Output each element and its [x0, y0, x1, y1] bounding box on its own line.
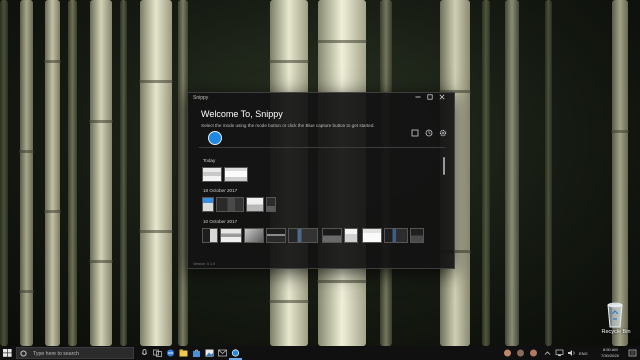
- store-icon[interactable]: [192, 349, 201, 357]
- taskbar-search[interactable]: Type here to search: [16, 347, 134, 359]
- cortana-circle-icon: [20, 350, 27, 357]
- minimize-icon: [415, 96, 421, 98]
- task-view-icon[interactable]: [153, 349, 162, 357]
- taskbar: Type here to search ENG 8:50 AM 7/30/202…: [0, 346, 640, 360]
- bamboo-stalk: [505, 0, 519, 346]
- recycle-bin-icon: [607, 302, 623, 328]
- people-avatar-icon[interactable]: [516, 349, 525, 357]
- recycle-bin-label: Recycle Bin: [601, 329, 631, 335]
- search-placeholder: Type here to search: [33, 351, 79, 357]
- edge-browser-icon[interactable]: [166, 349, 175, 357]
- bamboo-stalk: [482, 0, 490, 346]
- snippy-window: Snippy Welcome To, Snippy Select the mod…: [187, 92, 455, 269]
- settings-gear-icon[interactable]: [439, 129, 447, 137]
- bamboo-stalk: [0, 0, 8, 346]
- snippy-taskbar-icon[interactable]: [231, 349, 240, 357]
- snip-thumbnail[interactable]: [244, 228, 264, 243]
- microphone-icon[interactable]: [140, 349, 149, 357]
- bamboo-stalk: [545, 0, 552, 346]
- bamboo-stalk: [19, 0, 34, 346]
- bamboo-stalk: [44, 0, 61, 346]
- welcome-subtitle: Select the mode using the mode button or…: [201, 123, 375, 128]
- language-indicator[interactable]: ENG: [579, 351, 588, 356]
- maximize-button[interactable]: [424, 94, 436, 103]
- minimize-button[interactable]: [412, 94, 424, 103]
- snip-thumbnail[interactable]: [288, 228, 318, 243]
- clock-date[interactable]: 7/30/2025: [601, 353, 619, 358]
- volume-icon[interactable]: [567, 349, 576, 357]
- snip-thumbnail[interactable]: [202, 167, 222, 182]
- clock-time[interactable]: 8:50 AM: [603, 347, 618, 352]
- version-label: Version: 0.1.0: [193, 262, 215, 266]
- history-clock-icon[interactable]: [425, 129, 433, 137]
- mail-icon[interactable]: [218, 349, 227, 357]
- bamboo-stalk: [139, 0, 173, 346]
- close-icon: [439, 94, 445, 100]
- file-explorer-icon[interactable]: [179, 349, 188, 357]
- bamboo-stalk: [68, 0, 77, 346]
- people-avatar-icon[interactable]: [503, 349, 512, 357]
- bamboo-stalk: [89, 0, 113, 346]
- history-group-label: Today: [203, 158, 216, 163]
- history-group-label: 10 October 2017: [203, 219, 238, 224]
- maximize-icon: [427, 94, 433, 100]
- photos-icon[interactable]: [205, 349, 214, 357]
- snip-thumbnail[interactable]: [266, 197, 276, 212]
- history-scrollbar[interactable]: [443, 157, 445, 175]
- snip-thumbnail[interactable]: [384, 228, 408, 243]
- show-hidden-icons-icon[interactable]: [543, 349, 552, 357]
- windows-start-icon[interactable]: [2, 348, 13, 358]
- snip-thumbnail[interactable]: [266, 228, 286, 243]
- snip-thumbnail[interactable]: [216, 197, 244, 212]
- snip-thumbnail[interactable]: [410, 228, 424, 243]
- snip-thumbnail[interactable]: [344, 228, 358, 243]
- people-avatar-icon[interactable]: [529, 349, 538, 357]
- app-title: Snippy: [193, 95, 209, 101]
- history-group-label: 18 October 2017: [203, 188, 238, 193]
- snip-thumbnail[interactable]: [202, 197, 214, 212]
- welcome-heading: Welcome To, Snippy: [201, 109, 283, 119]
- bamboo-stalk: [120, 0, 127, 346]
- title-bar[interactable]: Snippy: [188, 93, 454, 104]
- snip-thumbnail[interactable]: [322, 228, 342, 243]
- notifications-icon[interactable]: [628, 349, 637, 357]
- snip-thumbnail[interactable]: [220, 228, 242, 243]
- bamboo-stalk: [611, 0, 629, 346]
- snip-thumbnail[interactable]: [202, 228, 218, 243]
- network-icon[interactable]: [555, 349, 564, 357]
- mode-rectangle-icon[interactable]: [411, 129, 419, 137]
- header-divider: [199, 147, 445, 148]
- snip-thumbnail[interactable]: [224, 167, 248, 182]
- snip-thumbnail[interactable]: [362, 228, 382, 243]
- capture-button[interactable]: [208, 131, 222, 145]
- snip-thumbnail[interactable]: [246, 197, 264, 212]
- close-button[interactable]: [436, 94, 448, 103]
